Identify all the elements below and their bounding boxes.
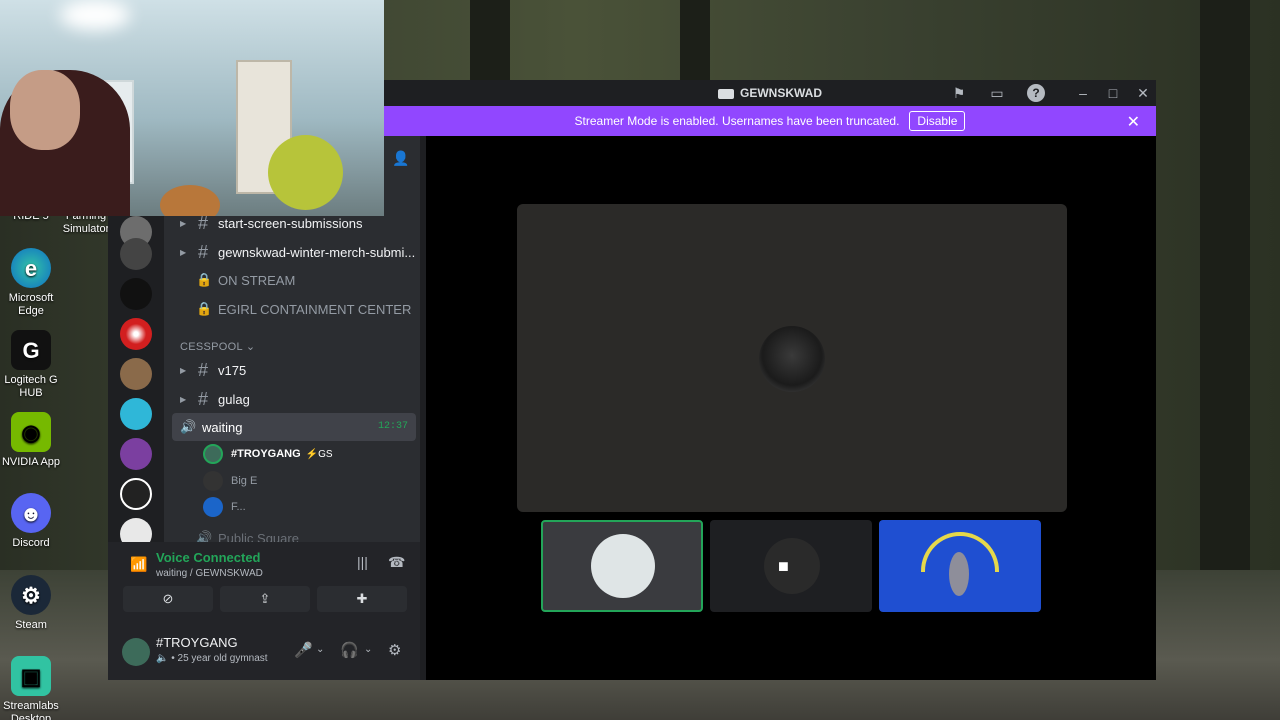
- channel-public-square[interactable]: 🔊 Public Square: [180, 524, 299, 542]
- channel-v175[interactable]: ▶ # v175: [180, 356, 246, 384]
- screen-share-button[interactable]: ⇪: [220, 586, 310, 612]
- headphones-icon[interactable]: 🎧: [340, 641, 359, 659]
- category-cesspool[interactable]: CESSPOOL ⌄: [180, 340, 255, 353]
- server-icon[interactable]: [120, 358, 152, 390]
- voice-stage: ■: [426, 136, 1156, 680]
- desktop-icon-nvidia[interactable]: ◉ NVIDIA App: [0, 412, 62, 469]
- participant-tile[interactable]: ■: [710, 520, 872, 612]
- server-icon[interactable]: [120, 238, 152, 270]
- disable-button[interactable]: Disable: [909, 111, 966, 131]
- signal-icon: 📶: [130, 556, 148, 572]
- activities-icon: ✚: [356, 591, 368, 606]
- speaker-icon: 🔈: [156, 653, 169, 664]
- lock-icon: 🔒: [196, 301, 213, 316]
- participant-tile[interactable]: [541, 520, 703, 612]
- voice-panel: 📶 Voice Connected waiting / GEWNSKWAD ||…: [108, 542, 420, 624]
- avatar: [203, 471, 223, 491]
- voice-channel-waiting[interactable]: 🔊 waiting 12:37: [172, 413, 416, 441]
- main-video[interactable]: [517, 204, 1067, 512]
- chevron-down-icon: ⌄: [245, 341, 256, 353]
- channel-egirl-containment[interactable]: 🔒 EGIRL CONTAINMENT CENTER: [180, 295, 411, 323]
- hash-icon: #: [197, 388, 208, 409]
- expand-arrow-icon: ▶: [180, 218, 187, 228]
- avatar: [764, 538, 820, 594]
- channel-winter-merch[interactable]: ▶ # gewnskwad-winter-merch-submi...: [180, 238, 415, 266]
- voice-user-troygang[interactable]: #TROYGANG ⚡GS: [203, 442, 333, 466]
- avatar[interactable]: [122, 638, 150, 666]
- server-icon-gewnskwad[interactable]: [120, 478, 152, 510]
- chevron-down-icon[interactable]: ⌄: [316, 644, 324, 655]
- banner-close-icon[interactable]: ✕: [1127, 112, 1140, 132]
- speaker-icon: 🔊: [180, 419, 197, 434]
- server-icon[interactable]: [120, 438, 152, 470]
- user-badge: ⚡GS: [305, 448, 333, 460]
- user-status: 🔈 • 25 year old gymnast: [156, 653, 268, 664]
- desktop-icon-discord[interactable]: ☻ Discord: [0, 493, 62, 550]
- screen-icon[interactable]: ▭: [988, 84, 1006, 102]
- channel-gulag[interactable]: ▶ # gulag: [180, 385, 250, 413]
- plush-toy: [160, 185, 220, 216]
- close-icon[interactable]: ✕: [1134, 84, 1152, 102]
- desktop-icon-steam[interactable]: ⚙ Steam: [0, 575, 62, 632]
- steam-icon: ⚙: [11, 575, 51, 615]
- edge-icon: e: [11, 248, 51, 288]
- voice-connected-status[interactable]: Voice Connected: [156, 550, 261, 565]
- server-logo-icon: [718, 88, 734, 99]
- discord-icon: ☻: [11, 493, 51, 533]
- avatar: [203, 497, 223, 517]
- hash-icon: #: [197, 359, 208, 380]
- desktop-icon-logitech[interactable]: G Logitech G HUB: [0, 330, 62, 400]
- activities-button[interactable]: ✚: [317, 586, 407, 612]
- voice-user-f[interactable]: F...: [203, 495, 246, 519]
- streamlabs-icon: ▣: [11, 656, 51, 696]
- desktop-icon-streamlabs[interactable]: ▣ Streamlabs Desktop: [0, 656, 62, 720]
- participant-tile[interactable]: [879, 520, 1041, 612]
- video-off-icon: ⊘: [162, 591, 174, 606]
- expand-arrow-icon: ▶: [180, 394, 187, 404]
- webcam-overlay: [0, 0, 384, 216]
- video-off-button[interactable]: ⊘: [123, 586, 213, 612]
- expand-arrow-icon: ▶: [180, 365, 187, 375]
- streamer-mode-banner: Streamer Mode is enabled. Usernames have…: [384, 106, 1156, 136]
- user-panel: #TROYGANG 🔈 • 25 year old gymnast 🎤 ⌄ 🎧 …: [108, 624, 420, 680]
- avatar: [759, 326, 825, 392]
- screen-share-icon: ⇪: [259, 591, 271, 606]
- voice-user-big-e[interactable]: Big E: [203, 469, 257, 493]
- logitech-icon: G: [11, 330, 51, 370]
- add-member-icon[interactable]: 👤: [392, 150, 410, 168]
- expand-arrow-icon: ▶: [180, 247, 187, 257]
- username[interactable]: #TROYGANG: [156, 635, 238, 650]
- microphone-icon[interactable]: 🎤: [294, 641, 313, 659]
- title-bar: GEWNSKWAD ⚑ ▭ ? – □ ✕: [384, 80, 1156, 106]
- server-icon[interactable]: [120, 518, 152, 542]
- speaker-icon: 🔊: [196, 530, 213, 542]
- nvidia-icon: ◉: [11, 412, 51, 452]
- camera-icon: ■: [778, 556, 789, 576]
- server-icon[interactable]: [120, 398, 152, 430]
- help-icon[interactable]: ?: [1027, 84, 1045, 102]
- server-icon[interactable]: [120, 278, 152, 310]
- plush-toy: [268, 135, 343, 210]
- disconnect-icon[interactable]: ☎: [388, 554, 405, 571]
- dolphin-rainbow-image: [921, 532, 999, 596]
- chevron-down-icon[interactable]: ⌄: [364, 644, 372, 655]
- hash-icon: #: [197, 241, 208, 262]
- avatar: [591, 534, 655, 598]
- channel-on-stream[interactable]: 🔒 ON STREAM: [180, 266, 295, 294]
- noise-suppression-icon[interactable]: |||: [357, 554, 368, 570]
- lock-icon: 🔒: [196, 272, 213, 287]
- avatar: [203, 444, 223, 464]
- server-icon[interactable]: [120, 318, 152, 350]
- voice-location[interactable]: waiting / GEWNSKWAD: [156, 568, 263, 579]
- desktop-icon-edge[interactable]: e Microsoft Edge: [0, 248, 62, 318]
- minimize-icon[interactable]: –: [1074, 84, 1092, 102]
- flag-icon[interactable]: ⚑: [950, 84, 968, 102]
- gear-icon[interactable]: ⚙: [388, 641, 401, 659]
- maximize-icon[interactable]: □: [1104, 84, 1122, 102]
- server-rail: [108, 216, 164, 542]
